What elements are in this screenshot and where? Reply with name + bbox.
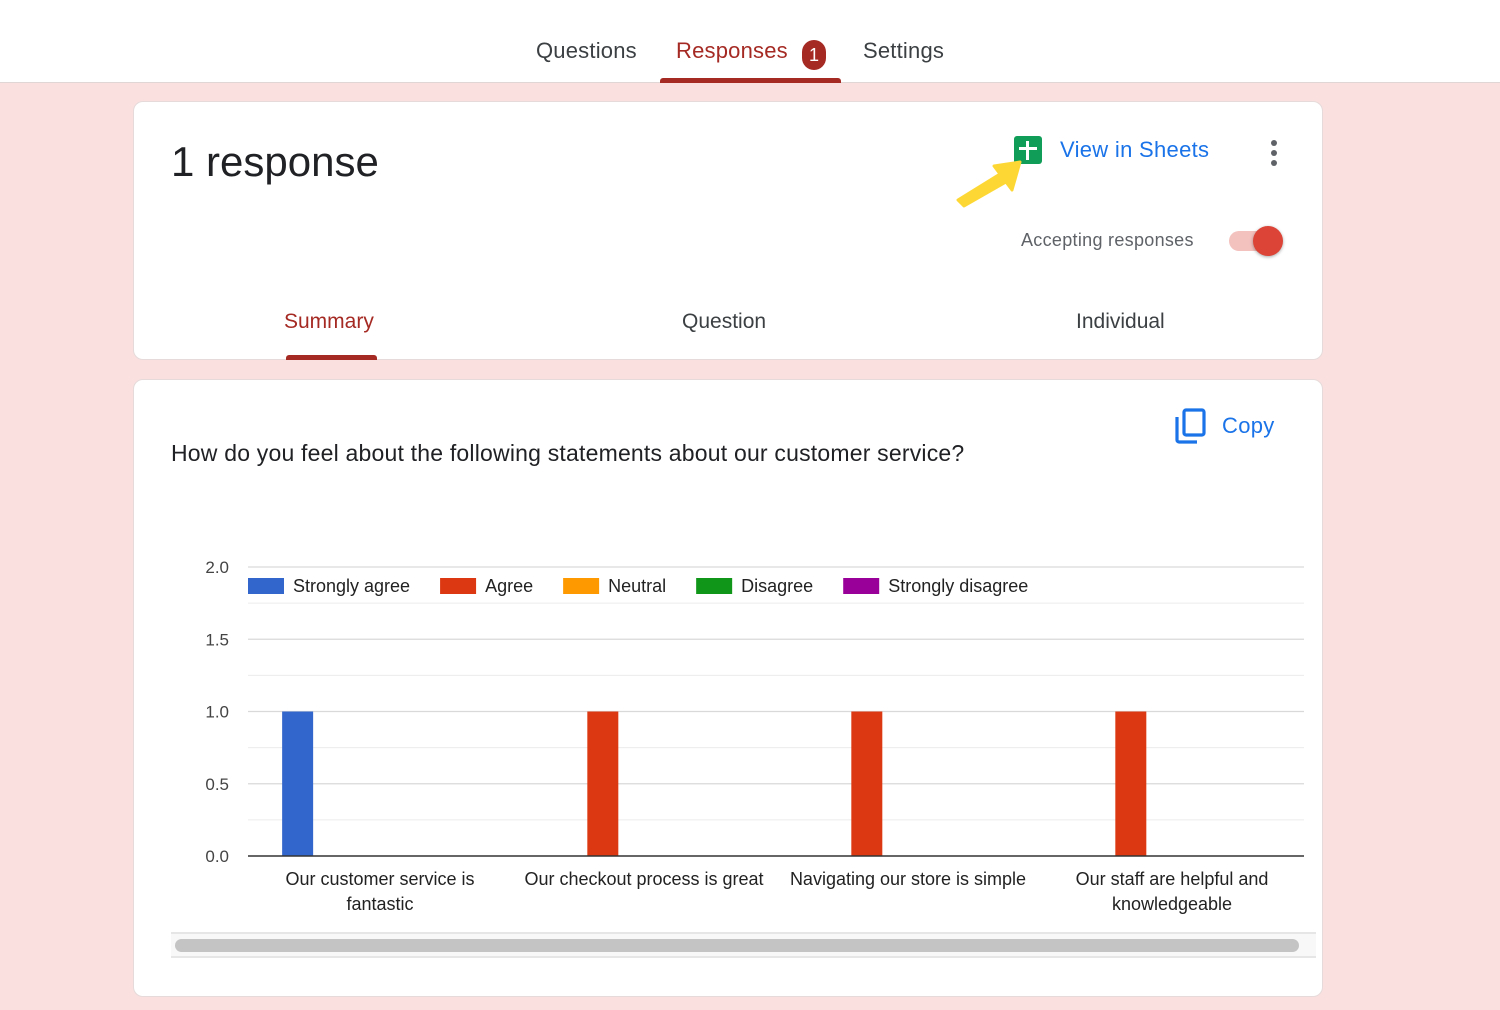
y-tick-label: 1.5 [205, 630, 229, 649]
accepting-responses-label: Accepting responses [1021, 230, 1194, 250]
legend-label: Agree [485, 576, 533, 596]
bar-agree [587, 711, 619, 856]
y-tick-label: 2.0 [205, 558, 229, 577]
subtab-summary[interactable]: Summary [284, 310, 374, 334]
y-tick-label: 1.0 [205, 703, 229, 722]
view-in-sheets-label: View in Sheets [1060, 137, 1210, 162]
legend-label: Strongly disagree [888, 576, 1028, 596]
legend-label: Neutral [608, 576, 666, 596]
response-count: 1 response [171, 138, 379, 185]
responses-count-badge: 1 [802, 40, 826, 70]
tab-responses[interactable]: Responses [676, 38, 788, 64]
scrollbar-thumb[interactable] [175, 939, 1299, 952]
x-category-label: knowledgeable [1112, 894, 1232, 914]
active-subtab-indicator [286, 355, 377, 360]
subtab-individual[interactable]: Individual [1076, 310, 1165, 334]
x-category-label: Our customer service is [285, 869, 474, 889]
bar-strongly-agree [282, 711, 314, 856]
tab-questions[interactable]: Questions [536, 38, 637, 64]
x-category-label: Navigating our store is simple [790, 869, 1026, 889]
y-tick-label: 0.5 [205, 775, 229, 794]
more-options-icon[interactable] [1262, 138, 1286, 168]
legend-swatch-disagree [696, 578, 733, 594]
bar-agree [851, 711, 883, 856]
legend-swatch-strongly-disagree [843, 578, 880, 594]
question-summary-card: How do you feel about the following stat… [133, 379, 1323, 997]
x-category-label: fantastic [346, 894, 413, 914]
responses-summary-card: 1 response View in Sheets Accepting resp… [133, 101, 1323, 360]
legend-swatch-agree [440, 578, 477, 594]
grid-bar-chart: 0.0 0.5 1.0 1.5 2.0 Strongly agree Agree Neutra… [205, 558, 1304, 914]
legend-label: Disagree [741, 576, 813, 596]
subtab-question[interactable]: Question [682, 310, 766, 334]
active-tab-indicator [660, 78, 841, 83]
chart-horizontal-scrollbar[interactable] [171, 932, 1316, 958]
x-category-label: Our checkout process is great [524, 869, 763, 889]
top-nav-bar: Questions Responses 1 Settings [0, 0, 1500, 83]
toggle-knob [1253, 226, 1283, 256]
legend-swatch-strongly-agree [248, 578, 284, 594]
accepting-responses-toggle[interactable] [1227, 226, 1285, 256]
legend-swatch-neutral [563, 578, 600, 594]
y-tick-label: 0.0 [205, 847, 229, 866]
bar-agree [1115, 711, 1147, 856]
x-category-label: Our staff are helpful and [1076, 869, 1269, 889]
annotation-arrow-icon [956, 160, 1022, 208]
tab-settings[interactable]: Settings [863, 38, 944, 64]
legend-label: Strongly agree [293, 576, 410, 596]
view-in-sheets-button[interactable]: View in Sheets [1014, 132, 1209, 168]
